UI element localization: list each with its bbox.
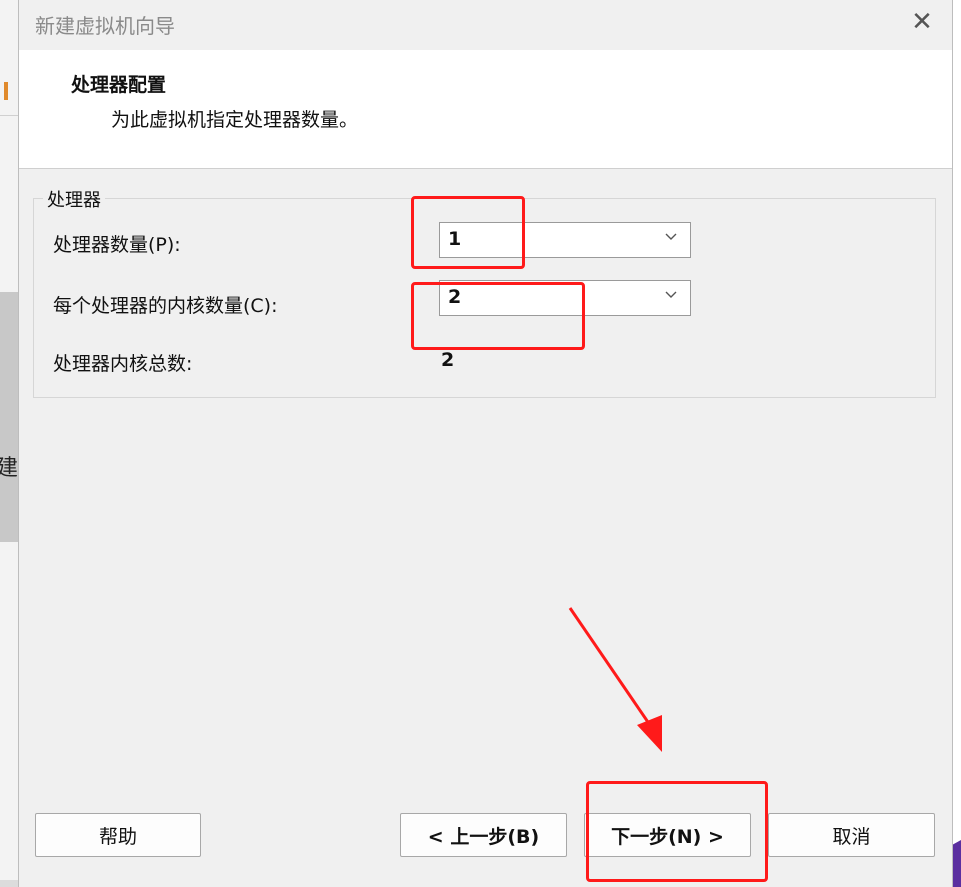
cores-per-processor-label: 每个处理器的内核数量(C): <box>53 295 278 317</box>
close-icon: ✕ <box>911 7 933 37</box>
background-panel <box>0 292 20 542</box>
page-subtitle: 为此虚拟机指定处理器数量。 <box>111 109 359 131</box>
wizard-header: 处理器配置 为此虚拟机指定处理器数量。 <box>19 50 952 169</box>
help-button[interactable]: 帮助 <box>35 813 201 857</box>
total-cores-value: 2 <box>441 349 455 371</box>
cores-per-processor-select[interactable]: 2 <box>439 280 691 316</box>
cores-per-processor-value: 2 <box>448 286 462 308</box>
processor-group-legend: 处理器 <box>43 186 105 212</box>
dialog-title: 新建虚拟机向导 <box>35 14 175 38</box>
next-button[interactable]: 下一步(N) > <box>584 813 751 857</box>
new-vm-wizard-dialog: 新建虚拟机向导 ✕ 处理器配置 为此虚拟机指定处理器数量。 处理器 处理器数量(… <box>18 0 953 887</box>
total-cores-label: 处理器内核总数: <box>53 353 193 375</box>
background-accent <box>4 82 8 100</box>
background-text-fragment: 建 <box>0 456 19 481</box>
processor-count-label: 处理器数量(P): <box>53 234 181 256</box>
chevron-down-icon <box>665 291 677 298</box>
background-divider <box>0 115 20 116</box>
processor-count-value: 1 <box>448 228 462 250</box>
close-button[interactable]: ✕ <box>902 4 942 40</box>
processor-count-select[interactable]: 1 <box>439 222 691 258</box>
title-bar: 新建虚拟机向导 ✕ <box>19 0 952 48</box>
back-button[interactable]: < 上一步(B) <box>400 813 567 857</box>
cancel-button[interactable]: 取消 <box>768 813 935 857</box>
chevron-down-icon <box>665 233 677 240</box>
page-title: 处理器配置 <box>71 74 167 96</box>
